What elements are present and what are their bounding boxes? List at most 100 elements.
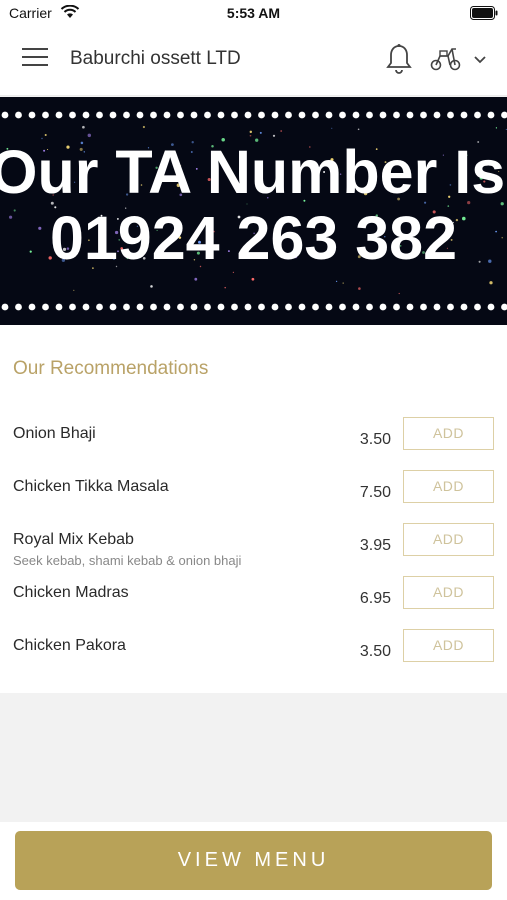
banner-dot	[352, 303, 360, 311]
status-bar: Carrier 5:53 AM	[0, 0, 507, 26]
banner-dot	[136, 111, 144, 119]
banner-star	[335, 280, 338, 283]
banner-dot	[474, 111, 481, 119]
banner-dot	[163, 303, 171, 311]
add-button[interactable]: ADD	[403, 629, 494, 662]
banner-star	[342, 282, 344, 284]
banner-star	[259, 131, 262, 134]
banner-dot	[487, 303, 495, 311]
banner-dot	[217, 111, 225, 119]
banner-dot	[474, 303, 481, 311]
banner-dot	[366, 303, 373, 311]
item-price: 6.95	[359, 590, 391, 607]
banner-dot	[379, 111, 387, 119]
recommendations-section: Our Recommendations Onion Bhaji 3.50 ADD…	[0, 325, 507, 693]
battery-icon	[470, 6, 498, 25]
banner-dot	[501, 111, 507, 119]
banner-dot	[487, 111, 495, 119]
item-name: Royal Mix Kebab	[13, 531, 134, 548]
banner-star	[357, 128, 360, 131]
banner-dot	[420, 303, 427, 311]
chevron-down-icon[interactable]	[473, 52, 487, 70]
item-price: 3.50	[359, 643, 391, 660]
banner-dot	[244, 303, 252, 311]
banner-dot	[393, 303, 400, 311]
add-button[interactable]: ADD	[403, 417, 494, 450]
banner-dot	[298, 303, 306, 311]
banner-dot	[163, 111, 171, 119]
item-price: 3.50	[359, 431, 391, 448]
promo-banner: Our TA Number Is 01924 263 382	[0, 97, 507, 325]
banner-dot	[55, 303, 63, 311]
banner-dot	[406, 111, 414, 119]
view-menu-button[interactable]: VIEW MENU	[15, 831, 492, 890]
banner-dot	[190, 303, 198, 311]
banner-dot	[177, 111, 184, 119]
banner-dot	[96, 111, 103, 119]
item-name: Onion Bhaji	[13, 425, 96, 442]
banner-dot	[177, 303, 184, 311]
banner-dot	[460, 303, 468, 311]
banner-dot	[82, 303, 90, 311]
banner-dot	[312, 111, 319, 119]
banner-dot	[55, 111, 63, 119]
banner-dot	[501, 303, 507, 311]
item-name: Chicken Tikka Masala	[13, 478, 169, 495]
banner-dot	[15, 111, 22, 119]
banner-dot	[136, 303, 144, 311]
banner-star	[489, 281, 493, 285]
banner-dot	[244, 111, 252, 119]
banner-dot	[339, 303, 346, 311]
item-name: Chicken Madras	[13, 584, 129, 601]
menu-icon[interactable]	[22, 48, 48, 72]
banner-star	[358, 287, 361, 290]
banner-dot	[447, 111, 454, 119]
banner-dot	[433, 111, 441, 119]
banner-dot	[96, 303, 103, 311]
add-button[interactable]: ADD	[403, 523, 494, 556]
banner-phone-number: 01924 263 382	[49, 204, 458, 272]
banner-dot	[217, 303, 225, 311]
banner-dot	[231, 303, 238, 311]
banner-dot	[82, 111, 90, 119]
banner-dot	[298, 111, 306, 119]
banner-headline: Our TA Number Is	[0, 138, 506, 206]
recommendations-title: Our Recommendations	[13, 358, 209, 379]
banner-dot	[271, 303, 279, 311]
banner-dot	[1, 303, 9, 311]
banner-dot	[258, 111, 265, 119]
banner-star	[495, 127, 498, 129]
item-description: Seek kebab, shami kebab & onion bhaji	[13, 553, 242, 568]
banner-dot	[150, 111, 157, 119]
item-price: 7.50	[359, 484, 391, 501]
scooter-icon[interactable]	[430, 46, 462, 77]
banner-star	[142, 125, 145, 129]
restaurant-title: Baburchi ossett LTD	[70, 48, 241, 69]
banner-dot	[325, 111, 333, 119]
banner-dot	[42, 303, 49, 311]
bottom-bar: VIEW MENU	[0, 822, 507, 900]
banner-dot	[42, 111, 49, 119]
bell-icon[interactable]	[385, 43, 413, 80]
banner-star	[251, 277, 255, 281]
banner-dot	[69, 303, 76, 311]
add-button[interactable]: ADD	[403, 470, 494, 503]
banner-dot	[123, 111, 130, 119]
banner-star	[280, 130, 283, 132]
item-price: 3.95	[359, 537, 391, 554]
banner-dot	[285, 111, 292, 119]
banner-star	[398, 292, 400, 295]
banner-dot	[460, 111, 468, 119]
banner-star	[150, 285, 153, 288]
banner-dot	[352, 111, 360, 119]
banner-dot	[258, 303, 265, 311]
banner-dot	[69, 111, 76, 119]
banner-star	[82, 125, 85, 129]
banner-dot	[1, 111, 9, 119]
banner-dot	[204, 303, 211, 311]
banner-star	[194, 277, 198, 281]
banner-dot	[312, 303, 319, 311]
add-button[interactable]: ADD	[403, 576, 494, 609]
list-item: Chicken Pakora 3.50 ADD	[0, 629, 507, 689]
banner-dot	[393, 111, 400, 119]
